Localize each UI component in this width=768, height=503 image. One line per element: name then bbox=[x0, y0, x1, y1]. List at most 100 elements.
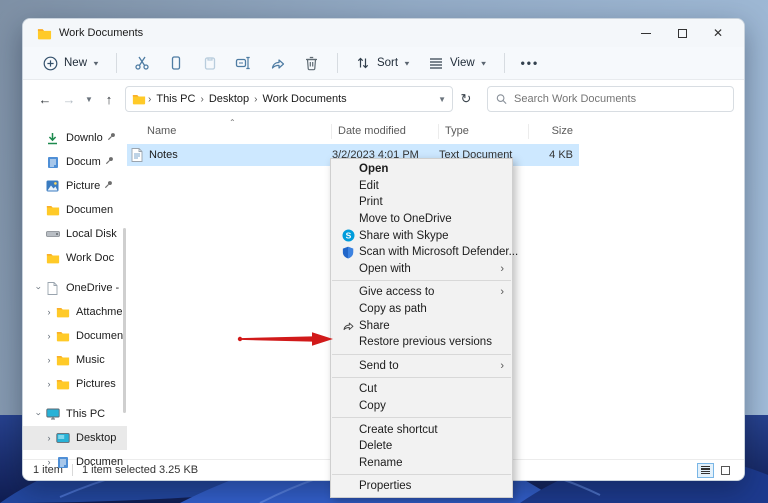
minimize-button[interactable] bbox=[628, 21, 664, 45]
share-icon bbox=[337, 319, 359, 332]
sidebar-item-work-doc[interactable]: Work Doc bbox=[23, 246, 127, 270]
menu-item-share[interactable]: Share bbox=[331, 317, 512, 334]
pin-icon bbox=[105, 156, 114, 168]
chevron-down-icon: ▼ bbox=[85, 94, 93, 104]
expand-chevron-icon[interactable]: › bbox=[43, 331, 55, 341]
menu-item-copy[interactable]: Copy bbox=[331, 398, 512, 415]
expand-chevron-icon[interactable]: › bbox=[34, 408, 44, 420]
sidebar-item-documents-folder[interactable]: Documen bbox=[23, 198, 127, 222]
share-button[interactable] bbox=[261, 50, 295, 76]
address-dropdown-chevron[interactable]: ▼ bbox=[438, 95, 446, 104]
expand-chevron-icon[interactable]: › bbox=[34, 282, 44, 294]
view-lines-icon bbox=[427, 54, 445, 72]
address-bar[interactable]: › This PC › Desktop › Work Documents ▼ bbox=[125, 86, 453, 112]
menu-item-edit[interactable]: Edit bbox=[331, 178, 512, 195]
back-button[interactable]: ← bbox=[33, 87, 57, 111]
menu-item-rename[interactable]: Rename bbox=[331, 455, 512, 472]
search-box[interactable] bbox=[487, 86, 734, 112]
menu-item-cut[interactable]: Cut bbox=[331, 381, 512, 398]
column-header-date-modified[interactable]: Date modified bbox=[332, 123, 439, 139]
menu-item-give-access-to[interactable]: Give access to › bbox=[331, 284, 512, 301]
menu-item-scan-with-defender[interactable]: Scan with Microsoft Defender... bbox=[331, 244, 518, 261]
menu-item-move-to-onedrive[interactable]: Move to OneDrive bbox=[331, 211, 512, 228]
menu-item-share-with-skype[interactable]: S Share with Skype bbox=[331, 227, 512, 244]
menu-item-copy-as-path[interactable]: Copy as path bbox=[331, 301, 512, 318]
refresh-button[interactable]: ↻ bbox=[453, 87, 479, 111]
submenu-arrow-icon: › bbox=[500, 286, 504, 299]
sidebar-scrollbar[interactable] bbox=[123, 228, 126, 413]
paste-button[interactable] bbox=[193, 50, 227, 76]
copy-icon bbox=[167, 54, 185, 72]
sidebar-item-pictures-folder[interactable]: › Pictures bbox=[23, 372, 127, 396]
maximize-button[interactable] bbox=[664, 21, 700, 45]
expand-chevron-icon[interactable]: › bbox=[43, 457, 55, 467]
sidebar-item-label: Local Disk bbox=[66, 228, 117, 240]
sort-ascending-icon: ⌃ bbox=[229, 117, 236, 127]
menu-item-delete[interactable]: Delete bbox=[331, 438, 512, 455]
delete-button[interactable] bbox=[295, 50, 329, 76]
minimize-icon bbox=[641, 32, 651, 34]
sidebar-item-attachments[interactable]: › Attachme bbox=[23, 300, 127, 324]
menu-item-properties[interactable]: Properties bbox=[331, 478, 512, 495]
large-icons-view-button[interactable] bbox=[717, 463, 734, 478]
forward-button[interactable]: → bbox=[57, 87, 81, 111]
paste-icon bbox=[201, 54, 219, 72]
menu-separator bbox=[332, 417, 511, 419]
column-header-size[interactable]: Size bbox=[529, 124, 579, 139]
menu-separator bbox=[332, 280, 511, 282]
see-more-button[interactable]: ••• bbox=[513, 52, 548, 74]
sidebar-item-pc-documents[interactable]: › Documen bbox=[23, 450, 127, 474]
sidebar-item-music[interactable]: › Music bbox=[23, 348, 127, 372]
breadcrumb-this-pc[interactable]: This PC bbox=[153, 93, 198, 105]
sidebar-item-label: Downlo bbox=[66, 132, 103, 144]
menu-item-create-shortcut[interactable]: Create shortcut bbox=[331, 421, 512, 438]
sidebar-item-this-pc[interactable]: › This PC bbox=[23, 402, 127, 426]
sort-arrows-icon bbox=[354, 54, 372, 72]
chevron-down-icon: ▼ bbox=[92, 59, 100, 67]
column-headers: Name ⌃ Date modified Type Size bbox=[127, 118, 744, 142]
sidebar-item-downloads[interactable]: Downlo bbox=[23, 126, 127, 150]
folder-icon bbox=[45, 251, 60, 265]
copy-button[interactable] bbox=[159, 50, 193, 76]
folder-icon bbox=[55, 305, 70, 319]
new-button[interactable]: New ▼ bbox=[33, 50, 108, 76]
recent-locations-button[interactable]: ▼ bbox=[81, 87, 97, 111]
menu-item-open-with[interactable]: Open with › bbox=[331, 261, 512, 278]
sidebar-item-pictures[interactable]: Picture bbox=[23, 174, 127, 198]
svg-text:S: S bbox=[345, 231, 351, 241]
sidebar-item-onedrive-documents[interactable]: › Documen bbox=[23, 324, 127, 348]
expand-chevron-icon[interactable]: › bbox=[43, 379, 55, 389]
close-button[interactable]: ✕ bbox=[700, 21, 736, 45]
sidebar-item-documents[interactable]: Docum bbox=[23, 150, 127, 174]
menu-item-send-to[interactable]: Send to › bbox=[331, 358, 512, 375]
view-button[interactable]: View ▼ bbox=[419, 50, 496, 76]
menu-item-print[interactable]: Print bbox=[331, 194, 512, 211]
drive-icon bbox=[45, 227, 60, 241]
menu-item-restore-previous-versions[interactable]: Restore previous versions bbox=[331, 334, 512, 351]
breadcrumb-desktop[interactable]: Desktop bbox=[206, 93, 252, 105]
folder-icon bbox=[45, 203, 60, 217]
column-header-type[interactable]: Type bbox=[439, 123, 529, 139]
sidebar-item-local-disk[interactable]: Local Disk bbox=[23, 222, 127, 246]
up-button[interactable]: ↑ bbox=[97, 87, 121, 111]
more-icon: ••• bbox=[520, 56, 540, 70]
column-header-name[interactable]: Name ⌃ bbox=[127, 118, 332, 139]
navigation-pane: Downlo Docum Picture Documen Local Disk … bbox=[23, 118, 127, 468]
details-view-button[interactable] bbox=[697, 462, 714, 478]
folder-icon bbox=[55, 377, 70, 391]
search-input[interactable] bbox=[514, 93, 725, 105]
expand-chevron-icon[interactable]: › bbox=[43, 307, 55, 317]
sort-button[interactable]: Sort ▼ bbox=[346, 50, 419, 76]
expand-chevron-icon[interactable]: › bbox=[43, 355, 55, 365]
sidebar-item-desktop[interactable]: › Desktop bbox=[23, 426, 127, 450]
sidebar-item-onedrive[interactable]: › OneDrive - bbox=[23, 276, 127, 300]
breadcrumb-work-documents[interactable]: Work Documents bbox=[260, 93, 350, 105]
cut-button[interactable] bbox=[125, 50, 159, 76]
expand-chevron-icon[interactable]: › bbox=[43, 433, 55, 443]
pin-icon bbox=[107, 132, 116, 144]
rename-button[interactable] bbox=[227, 50, 261, 76]
menu-item-open[interactable]: Open bbox=[331, 161, 512, 178]
title-bar[interactable]: Work Documents ✕ bbox=[23, 19, 744, 47]
chevron-down-icon: ▼ bbox=[479, 59, 488, 67]
back-icon: ← bbox=[38, 91, 52, 107]
